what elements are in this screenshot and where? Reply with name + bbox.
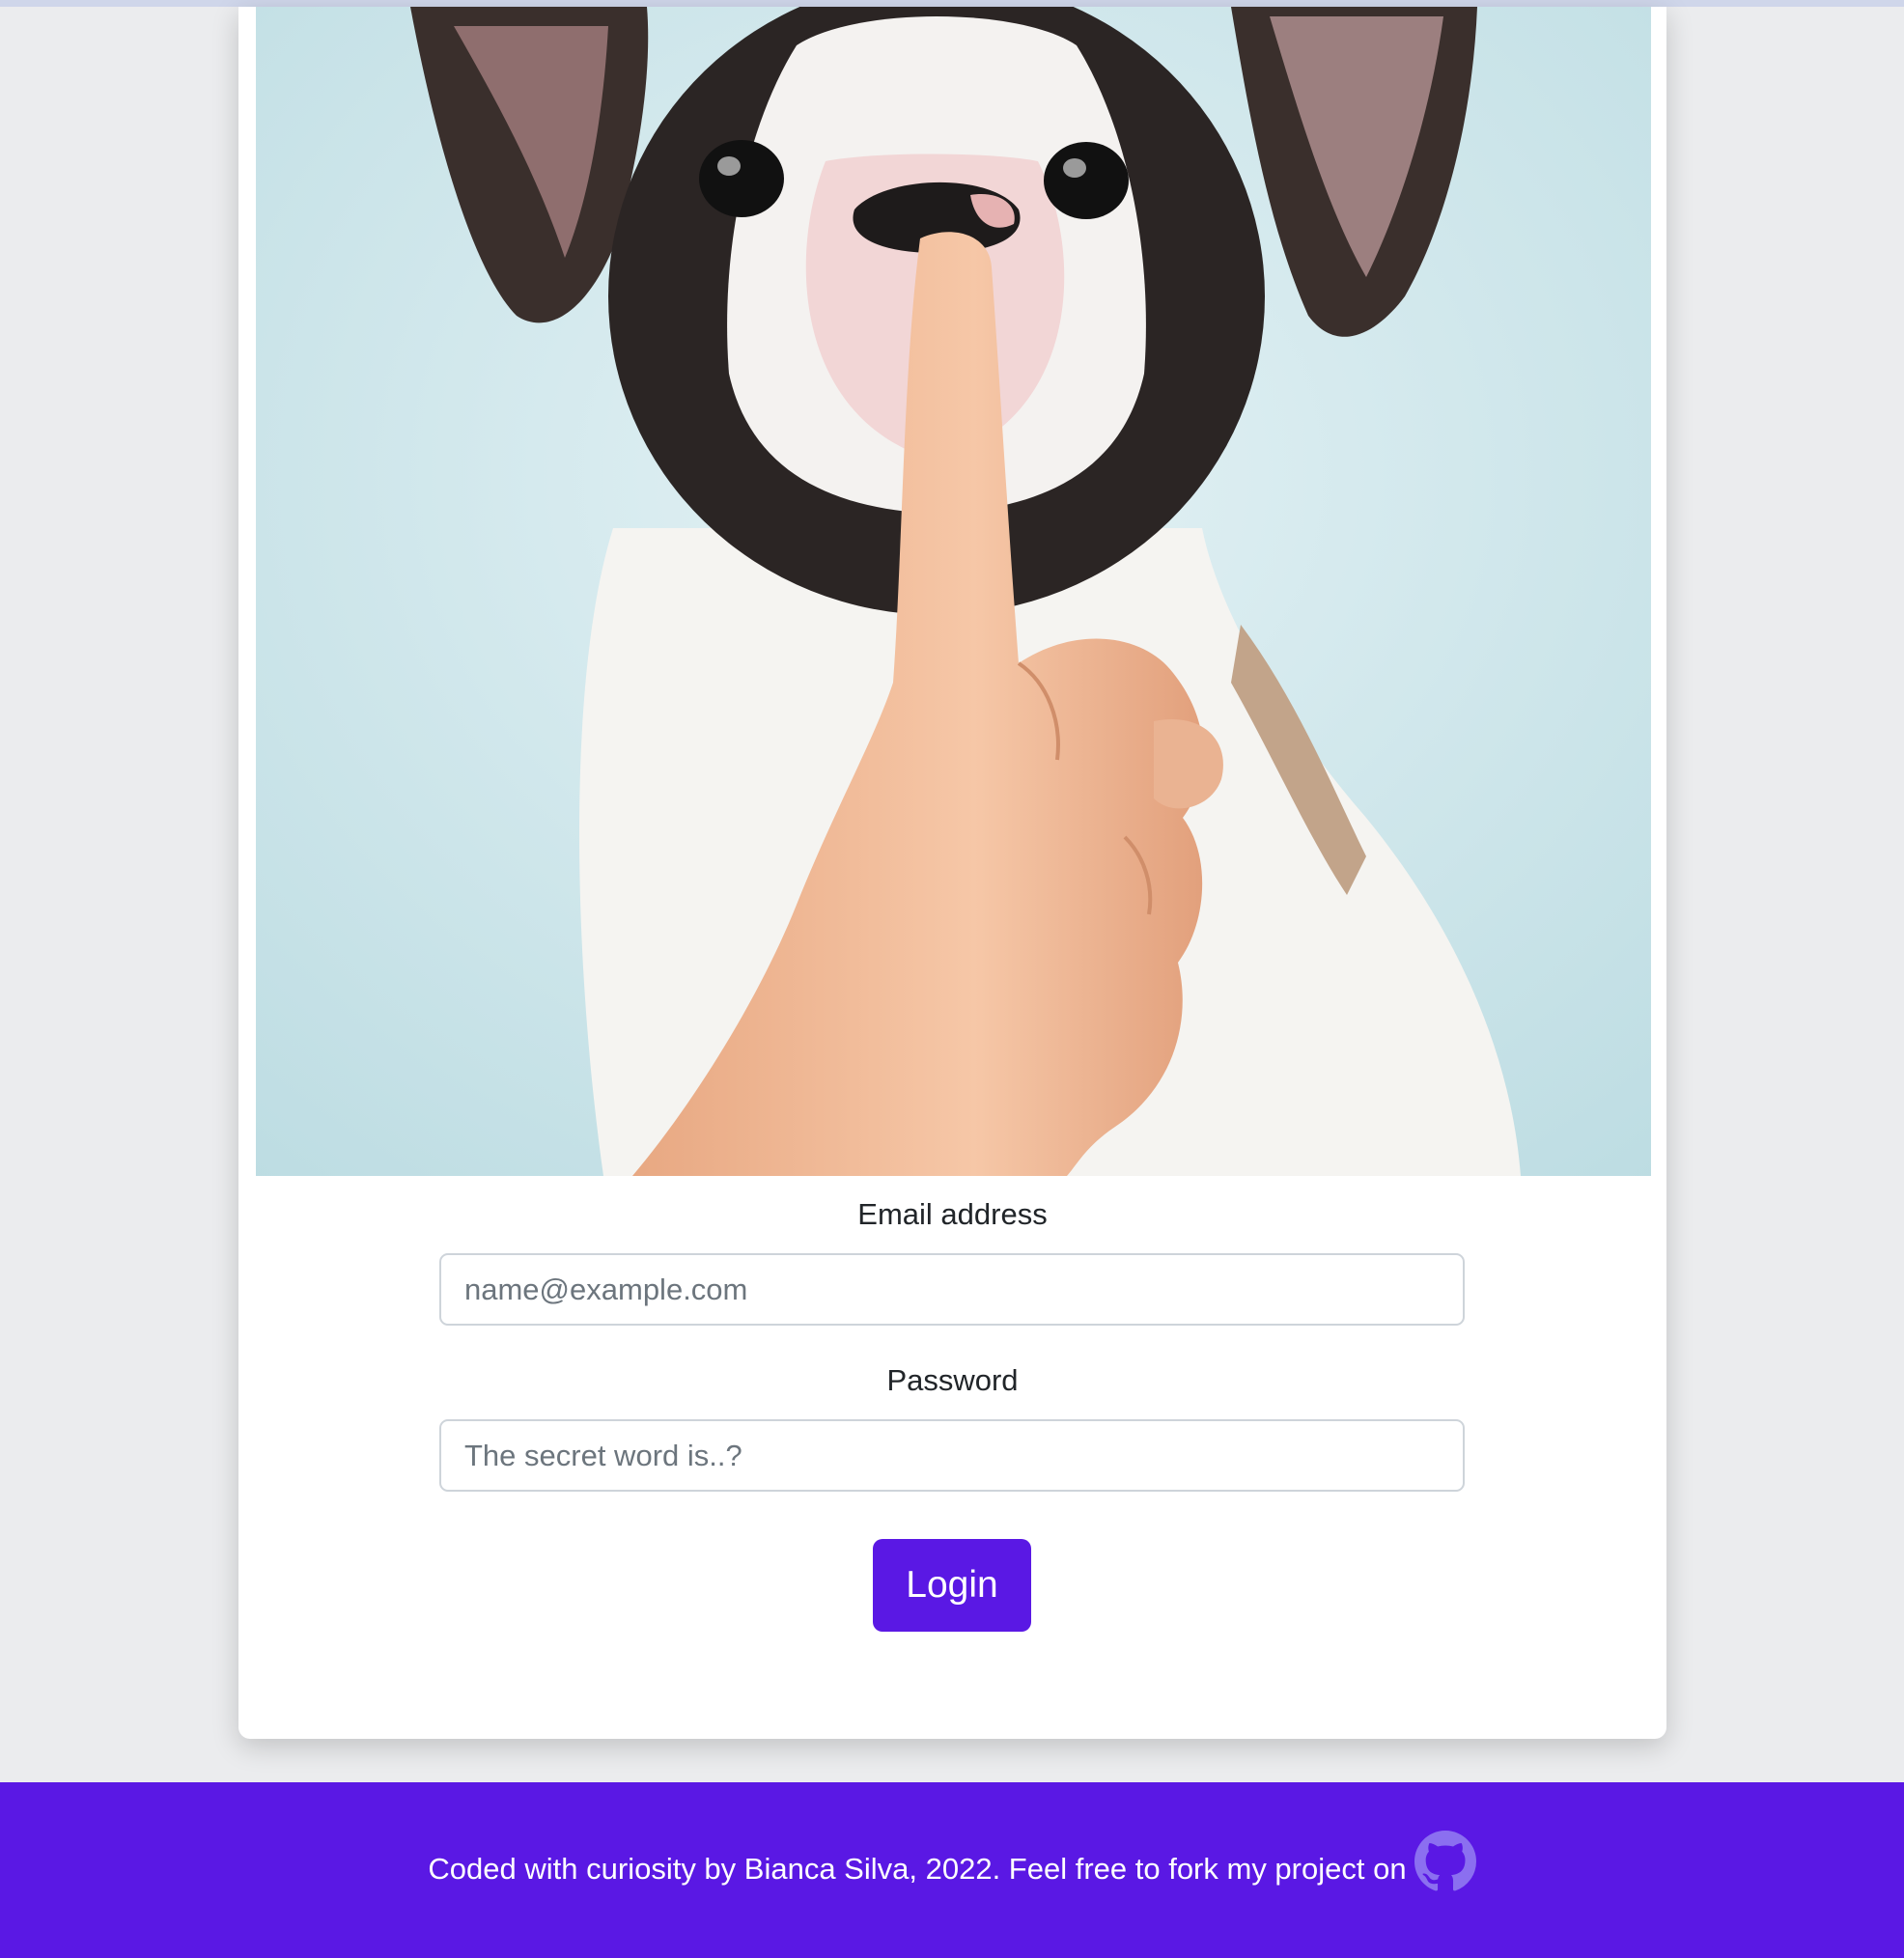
github-icon[interactable] bbox=[1414, 1830, 1476, 1892]
footer-text: Coded with curiosity by Bianca Silva, 20… bbox=[428, 1851, 1407, 1886]
password-label: Password bbox=[886, 1363, 1019, 1397]
browser-top-strip bbox=[0, 0, 1904, 7]
email-label: Email address bbox=[857, 1197, 1048, 1231]
footer-line: Coded with curiosity by Bianca Silva, 20… bbox=[0, 1830, 1904, 1900]
email-input[interactable] bbox=[439, 1253, 1465, 1326]
footer: Coded with curiosity by Bianca Silva, 20… bbox=[0, 1782, 1904, 1958]
login-card: Email address Password Login bbox=[238, 7, 1666, 1739]
login-button[interactable]: Login bbox=[873, 1539, 1031, 1632]
password-input[interactable] bbox=[439, 1419, 1465, 1492]
hero-photo bbox=[256, 7, 1651, 1176]
